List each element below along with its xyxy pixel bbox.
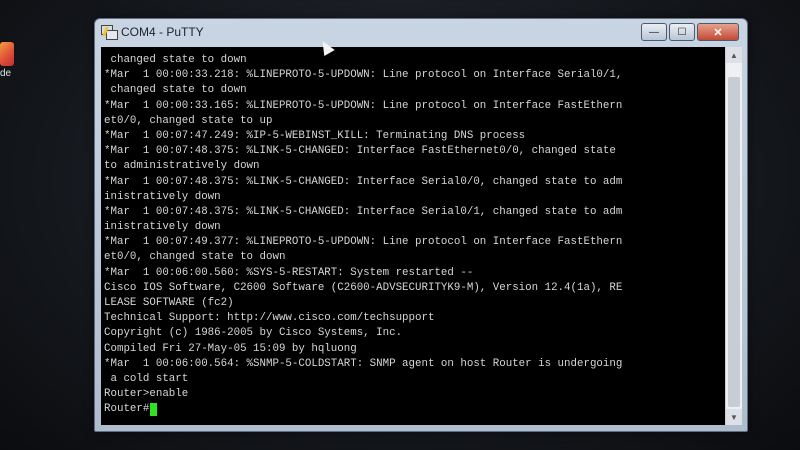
terminal-line: inistratively down xyxy=(104,190,221,203)
terminal-line: et0/0, changed state to down xyxy=(104,251,286,264)
desktop-shortcut-label: de xyxy=(0,68,12,79)
terminal-line: Technical Support: http://www.cisco.com/… xyxy=(104,312,435,325)
application-icon xyxy=(0,42,14,66)
terminal-line: *Mar 1 00:06:00.560: %SYS-5-RESTART: Sys… xyxy=(104,266,474,279)
terminal-line: Copyright (c) 1986-2005 by Cisco Systems… xyxy=(104,327,403,340)
putty-icon[interactable] xyxy=(101,25,118,40)
scroll-down-arrow-icon[interactable]: ▼ xyxy=(726,409,742,425)
vertical-scrollbar[interactable]: ▲ ▼ xyxy=(725,47,742,425)
terminal-line: *Mar 1 00:07:48.375: %LINK-5-CHANGED: In… xyxy=(104,205,623,218)
terminal-line: inistratively down xyxy=(104,221,221,234)
maximize-button[interactable]: ☐ xyxy=(669,23,695,41)
terminal-output: changed state to down *Mar 1 00:00:33.218… xyxy=(104,53,721,418)
terminal-line: *Mar 1 00:07:49.377: %LINEPROTO-5-UPDOWN… xyxy=(104,236,623,249)
close-button[interactable]: ✕ xyxy=(697,23,739,41)
terminal-line: *Mar 1 00:00:33.165: %LINEPROTO-5-UPDOWN… xyxy=(104,99,623,112)
minimize-button[interactable]: — xyxy=(641,23,667,41)
window-controls: — ☐ ✕ xyxy=(641,23,739,41)
command-prompt: Router# xyxy=(104,403,150,416)
terminal-line: et0/0, changed state to up xyxy=(104,114,273,127)
terminal-line: a cold start xyxy=(104,372,189,385)
scrollbar-thumb[interactable] xyxy=(728,77,740,407)
terminal-line: Router>enable xyxy=(104,388,189,401)
putty-window: COM4 - PuTTY — ☐ ✕ changed state to down… xyxy=(94,18,748,432)
terminal-line: Cisco IOS Software, C2600 Software (C260… xyxy=(104,281,623,294)
terminal-line: Compiled Fri 27-May-05 15:09 by hqluong xyxy=(104,342,357,355)
terminal-line: to administratively down xyxy=(104,160,260,173)
scroll-up-arrow-icon[interactable]: ▲ xyxy=(726,47,742,63)
terminal-area[interactable]: changed state to down *Mar 1 00:00:33.218… xyxy=(101,47,725,425)
terminal-line: *Mar 1 00:06:00.564: %SNMP-5-COLDSTART: … xyxy=(104,357,623,370)
desktop-shortcut[interactable]: de xyxy=(0,42,18,82)
terminal-line: *Mar 1 00:07:47.249: %IP-5-WEBINST_KILL:… xyxy=(104,129,526,142)
terminal-line: *Mar 1 00:07:48.375: %LINK-5-CHANGED: In… xyxy=(104,145,616,158)
command-prompt-line[interactable]: Router# xyxy=(104,402,721,417)
terminal-line: LEASE SOFTWARE (fc2) xyxy=(104,297,234,309)
terminal-line: changed state to down xyxy=(104,84,247,97)
terminal-line: changed state to down xyxy=(104,54,247,66)
title-bar[interactable]: COM4 - PuTTY — ☐ ✕ xyxy=(95,19,747,47)
text-cursor xyxy=(150,403,158,417)
terminal-line: *Mar 1 00:00:33.218: %LINEPROTO-5-UPDOWN… xyxy=(104,69,623,82)
window-title: COM4 - PuTTY xyxy=(121,25,204,39)
terminal-line: *Mar 1 00:07:48.375: %LINK-5-CHANGED: In… xyxy=(104,175,623,188)
